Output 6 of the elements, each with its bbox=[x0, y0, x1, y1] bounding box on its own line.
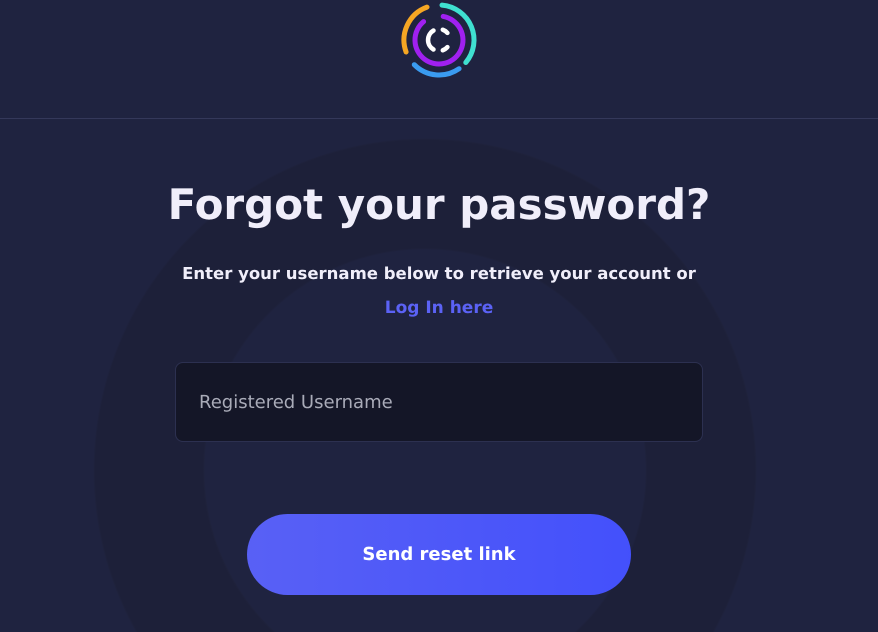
login-link[interactable]: Log In here bbox=[384, 295, 494, 321]
logo-icon bbox=[399, 0, 479, 80]
page-heading: Forgot your password? bbox=[168, 179, 710, 231]
send-reset-link-button[interactable]: Send reset link bbox=[247, 514, 631, 595]
intro-text: Enter your username below to retrieve your account or bbox=[182, 263, 696, 285]
username-field[interactable]: Registered Username bbox=[175, 362, 703, 442]
